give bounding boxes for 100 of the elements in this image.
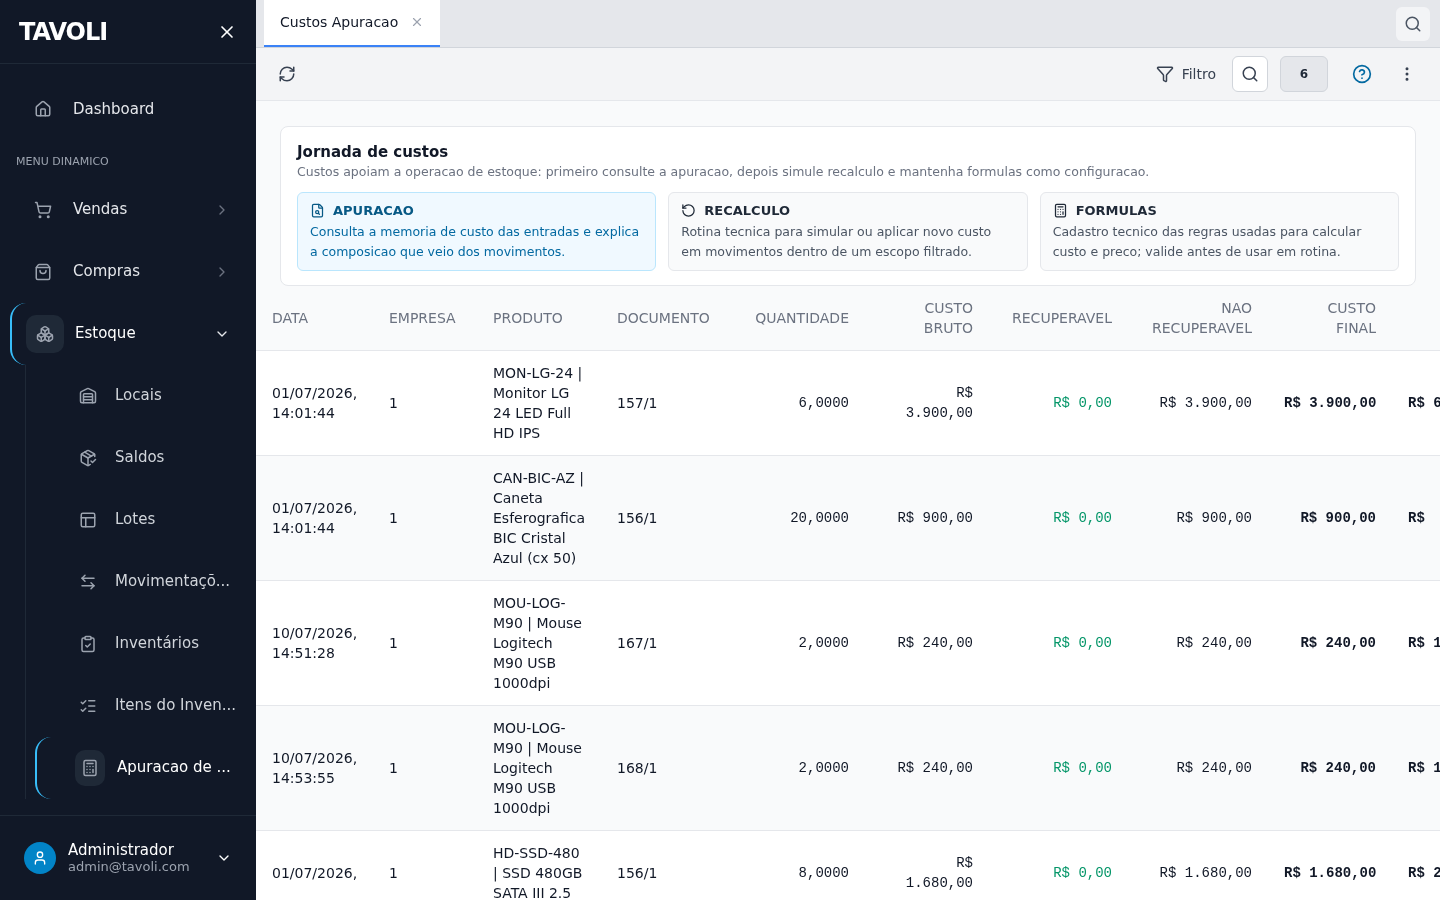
table-cell: 1 [389,509,398,526]
nav-subitem[interactable]: Locais [35,364,246,427]
nav-item[interactable]: Vendas [10,178,246,241]
nav-icon [34,100,52,118]
table-cell: 1 [389,394,398,411]
column-header: PRODUTO [493,310,563,326]
table-cell: R$ 3.900,00 [905,384,973,421]
user-icon [32,850,48,866]
table-cell: 168/1 [617,759,658,776]
nav-icon [34,262,52,281]
table-cell: R$ 1.680,00 [1284,864,1377,881]
table-cell: 1 [389,759,398,776]
step-text: Rotina tecnica para simular ou aplicar novo custo em movimentos dentro de um escopo filtrado. [681,223,993,262]
step-icon [310,203,325,218]
table-cell: 167/1 [617,634,658,651]
table-cell: 2,0000 [798,759,849,776]
table-cell: 10/07/2026, 14:53:55 [272,749,358,786]
table-cell: 01/07/2026, 14:01:44 [272,499,358,536]
table-cell: 1 [389,634,398,651]
help-icon[interactable] [1352,64,1372,84]
table-cell: 6,0000 [798,394,849,411]
table-cell: MOU-LOG-M90 | Mouse Logitech M90 USB 1000dpi [493,719,582,816]
nav-icon [79,572,97,591]
table-cell: 01/07/2026, 14:01:44 [272,384,358,421]
table-cell: R$ 0,00 [1053,509,1112,526]
nav-item[interactable]: Compras [10,240,246,303]
table-cell: R$ 240,00 [1176,759,1252,776]
nav-icon [79,386,97,405]
step-card[interactable]: RECALCULO Rotina tecnica para simular ou aplicar novo custo em movimentos dentro de um escopo filtrado. [668,191,1028,272]
table-cell: CAN-BIC-AZ | Caneta Esferografica BIC Cristal Azul (cx 50) [493,469,585,566]
filter-button[interactable]: Filtro [1151,63,1220,85]
nav-icon [36,324,54,343]
refresh-icon[interactable] [278,65,296,83]
nav-subitem[interactable]: Saldos [35,426,246,489]
nav-icon [79,448,97,467]
nav-subitem[interactable]: Movimentaçõ... [35,550,246,613]
table-cell: R$ 1.680,00 [1159,864,1252,881]
nav-icon [81,758,99,777]
column-header: RECUPERAVEL [1012,310,1112,326]
table-cell: MON-LG-24 | Monitor LG 24 LED Full HD IPS [493,364,583,441]
table-cell: R$ 3.900,00 [1159,394,1252,411]
table-cell: R$ 900,00 [897,509,973,526]
nav-subitem[interactable]: Inventários [35,612,246,675]
step-text: Consulta a memoria de custo das entradas e explica a composicao que veio dos movimentos. [310,223,641,262]
table-cell: 157/1 [617,394,658,411]
nav-icon [79,634,97,653]
table-cell: 01/07/2026, [272,864,358,881]
table-cell: 156/1 [617,509,658,526]
section-label: MENU DINAMICO [15,154,110,170]
search-button[interactable] [1396,6,1430,41]
table-cell: R$ 0,00 [1053,394,1112,411]
table-cell: HD-SSD-480 | SSD 480GB SATA III 2.5 [493,844,583,900]
table-cell: 1 [389,864,398,881]
step-card[interactable]: APURACAO Consulta a memoria de custo das entradas e explica a composicao que veio dos movimentos. [297,191,657,272]
user-email: admin@tavoli.com [68,859,191,876]
step-icon [681,203,697,218]
step-title: APURACAO [333,201,414,220]
table-cell: 156/1 [617,864,658,881]
table-cell: R$ 6 [1408,394,1440,411]
table-cell: 20,0000 [790,509,849,526]
table-cell: R$ 240,00 [897,634,973,651]
table-cell: R$ 0,00 [1053,759,1112,776]
filter-icon [1155,65,1174,83]
search-icon [1241,65,1259,83]
table-cell: R$ 240,00 [1176,634,1252,651]
nav-subitem[interactable]: Itens do Inven... [35,674,246,737]
table-cell: 10/07/2026, 14:51:28 [272,624,358,661]
nav-item[interactable]: Dashboard [10,78,246,140]
nav-icon [79,510,97,529]
table-cell: R$ 3.900,00 [1284,394,1377,411]
column-header: CUSTO FINAL [1327,300,1376,336]
table-cell: R$ 2 [1408,864,1440,881]
nav-subitem[interactable]: Apuracao de ... [35,736,246,799]
step-card[interactable]: FORMULAS Cadastro tecnico das regras usadas para calcular custo e preco; valide antes de usar em rotina. [1039,191,1399,272]
column-header: DATA [272,310,309,326]
user-name: Administrador [68,840,175,860]
step-icon [1052,203,1068,218]
journey-title: Jornada de custos [297,143,450,162]
column-header: QUANTIDADE [755,310,849,326]
count-button[interactable]: 6 [1280,56,1328,92]
table-cell: R$ 900,00 [1176,509,1252,526]
nav-item[interactable]: Estoque [10,302,246,365]
column-header: NAO RECUPERAVEL [1152,300,1252,336]
table-cell: R$ 0,00 [1053,864,1112,881]
tab[interactable]: Custos Apuracao [264,0,441,47]
step-text: Cadastro tecnico das regras usadas para calcular custo e preco; valide antes de usar em rotina. [1052,223,1363,262]
step-title: FORMULAS [1075,201,1157,220]
search-button[interactable] [1232,56,1268,92]
nav-icon [34,200,52,219]
table-cell: R$ 240,00 [1300,634,1376,651]
table-cell: R$ 900,00 [1300,509,1376,526]
table-cell: 2,0000 [798,634,849,651]
table-cell: R$ 0,00 [1053,634,1112,651]
nav-subitem[interactable]: Lotes [35,488,246,551]
column-header: EMPRESA [389,310,456,326]
table-cell: R$ 1.680,00 [905,854,973,891]
step-title: RECALCULO [704,201,791,220]
search-icon [1404,14,1422,33]
table-cell: MOU-LOG-M90 | Mouse Logitech M90 USB 1000dpi [493,594,582,691]
column-header: DOCUMENTO [617,310,710,326]
